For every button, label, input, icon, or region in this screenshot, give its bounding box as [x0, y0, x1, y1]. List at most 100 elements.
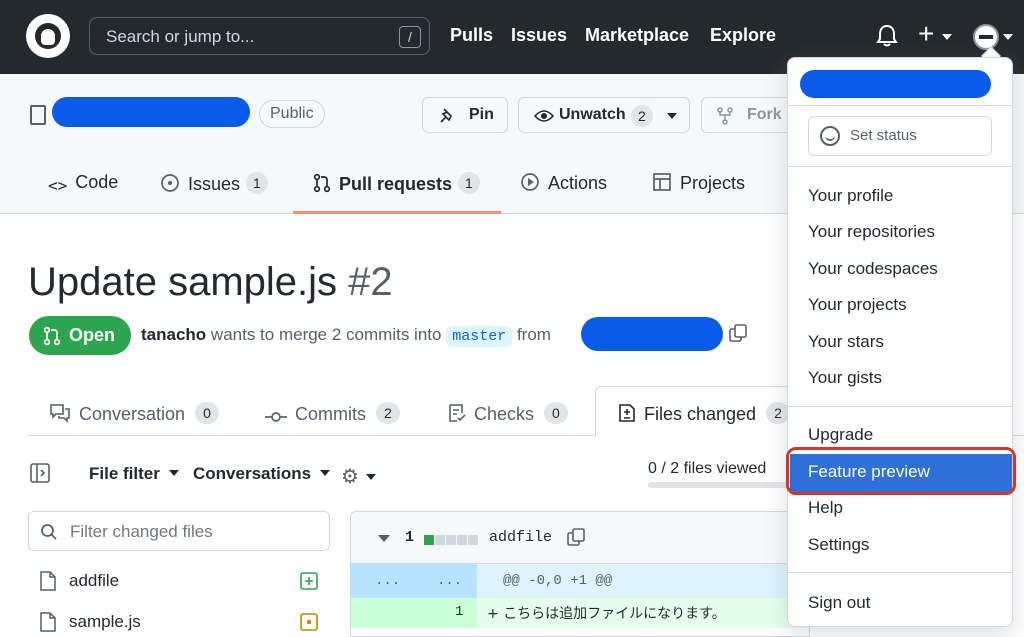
fork-button[interactable]: Fork	[701, 97, 801, 133]
filter-placeholder: Filter changed files	[70, 522, 213, 541]
menu-your-projects[interactable]: Your projects	[808, 295, 907, 315]
table-icon	[653, 173, 671, 191]
redacted-repo-name	[52, 97, 250, 127]
create-caret-icon	[942, 34, 952, 40]
file-icon	[40, 571, 56, 591]
chevron-down-icon	[168, 470, 179, 476]
diff-file-name[interactable]: addfile	[489, 529, 552, 546]
divider	[788, 572, 1012, 573]
page-title: Update sample.js #2	[28, 260, 393, 304]
menu-help[interactable]: Help	[808, 498, 843, 518]
menu-settings[interactable]: Settings	[808, 535, 869, 555]
hunk-expand[interactable]: ... ...	[351, 564, 477, 598]
active-tab-indicator	[293, 211, 501, 214]
tab-code[interactable]: <> Code	[48, 172, 118, 195]
file-added-icon	[300, 572, 318, 590]
search-icon	[41, 524, 57, 540]
divider	[788, 105, 1012, 106]
avatar-caret-icon	[1003, 34, 1013, 40]
visibility-badge: Public	[259, 100, 325, 128]
chevron-down-icon[interactable]	[378, 535, 390, 542]
line-number-gutter: 1	[351, 598, 477, 628]
issue-icon	[161, 174, 179, 192]
tab-actions[interactable]: Actions	[520, 172, 607, 194]
pin-button[interactable]: Pin	[422, 97, 508, 133]
nav-pulls[interactable]: Pulls	[450, 25, 493, 46]
create-new-icon[interactable]: +	[918, 20, 934, 48]
pull-requests-count: 1	[458, 172, 480, 194]
menu-upgrade[interactable]: Upgrade	[808, 425, 873, 445]
file-modified-icon	[300, 613, 318, 631]
menu-your-stars[interactable]: Your stars	[808, 332, 884, 352]
merge-description: tanacho wants to merge 2 commits into ma…	[141, 325, 551, 347]
tab-issues[interactable]: Issues 1	[160, 172, 268, 195]
file-icon	[40, 612, 56, 632]
copy-icon[interactable]	[567, 528, 585, 546]
nav-issues[interactable]: Issues	[511, 25, 567, 46]
divider	[788, 406, 1012, 407]
pull-request-icon	[43, 326, 61, 346]
bell-icon[interactable]	[876, 24, 898, 48]
gear-icon: ⚙	[341, 466, 359, 488]
search-shortcut-key: /	[399, 26, 421, 48]
tab-commits[interactable]: Commits 2	[265, 402, 400, 425]
pr-author[interactable]: tanacho	[141, 325, 206, 344]
avatar[interactable]	[973, 24, 999, 50]
sidebar-toggle-icon[interactable]	[30, 463, 50, 483]
divider	[788, 166, 1012, 167]
chevron-down-icon	[667, 113, 677, 119]
diff-change-count: 1	[405, 529, 415, 546]
tab-projects[interactable]: Projects	[652, 172, 745, 194]
nav-marketplace[interactable]: Marketplace	[585, 25, 689, 46]
comment-icon	[50, 404, 70, 423]
menu-your-repositories[interactable]: Your repositories	[808, 222, 935, 242]
file-filter-menu[interactable]: File filter	[89, 464, 179, 484]
diff-added-line: 1 + こちらは追加ファイルになります。	[351, 598, 809, 628]
commit-icon	[265, 412, 287, 422]
diff-line-text: + こちらは追加ファイルになります。	[487, 606, 726, 622]
repo-icon	[30, 105, 46, 125]
search-input[interactable]: Search or jump to... /	[89, 17, 430, 55]
pull-request-icon	[313, 173, 331, 193]
tab-files-changed[interactable]: Files changed 2	[618, 402, 790, 425]
diff-file-header: 1 addfile	[351, 512, 809, 564]
file-tree-item[interactable]: addfile	[40, 571, 119, 596]
filter-changed-files-input[interactable]: Filter changed files	[28, 511, 330, 551]
code-icon: <>	[48, 176, 68, 195]
nav-explore[interactable]: Explore	[710, 25, 776, 46]
menu-your-gists[interactable]: Your gists	[808, 368, 882, 388]
base-branch[interactable]: master	[446, 326, 513, 347]
watch-count: 2	[631, 105, 653, 127]
annotation-highlight-ring	[786, 447, 1016, 495]
tab-pull-requests[interactable]: Pull requests 1	[313, 172, 480, 195]
redacted-head-branch	[581, 317, 723, 351]
chevron-down-icon	[319, 470, 330, 476]
hunk-header: ... ... @@ -0,0 +1 @@	[351, 564, 809, 598]
file-diff-icon	[619, 404, 635, 422]
diffstat-blocks	[424, 532, 479, 550]
menu-sign-out[interactable]: Sign out	[808, 593, 870, 613]
menu-your-codespaces[interactable]: Your codespaces	[808, 259, 938, 279]
user-menu: Set status Your profile Your repositorie…	[787, 57, 1013, 627]
search-placeholder: Search or jump to...	[106, 27, 255, 46]
unwatch-button[interactable]: Unwatch 2	[518, 97, 690, 133]
menu-your-profile[interactable]: Your profile	[808, 186, 893, 206]
pr-number: #2	[348, 260, 393, 304]
eye-icon	[534, 110, 554, 122]
github-logo-icon[interactable]	[26, 14, 70, 58]
tab-checks[interactable]: Checks 0	[448, 402, 568, 425]
diff-settings-menu[interactable]: ⚙	[341, 464, 376, 489]
diff-view: 1 addfile ... ... @@ -0,0 +1 @@ 1 + こちらは…	[350, 511, 810, 637]
tab-conversation[interactable]: Conversation 0	[49, 402, 219, 425]
pin-icon	[440, 108, 452, 123]
set-status-button[interactable]: Set status	[808, 116, 992, 156]
redacted-username	[800, 70, 991, 98]
play-icon	[521, 173, 539, 191]
conversations-menu[interactable]: Conversations	[193, 464, 330, 484]
files-viewed-count: 0 / 2 files viewed	[648, 460, 767, 477]
chevron-down-icon	[365, 474, 376, 480]
files-viewed-progress	[648, 482, 793, 488]
issues-count: 1	[246, 172, 268, 194]
copy-icon[interactable]	[729, 324, 747, 342]
file-tree-item[interactable]: sample.js	[40, 612, 141, 637]
